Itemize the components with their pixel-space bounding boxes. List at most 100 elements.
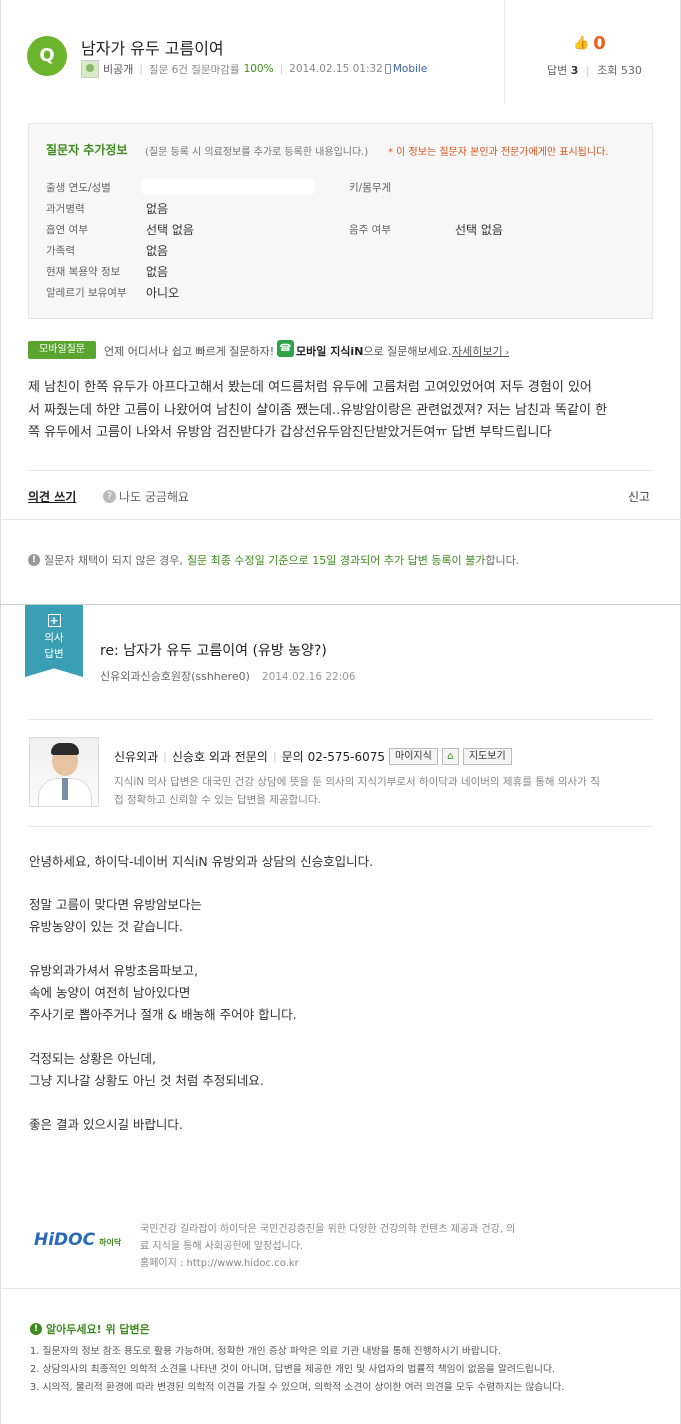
medication-value: 없음: [146, 265, 169, 279]
warning-item: 1. 질문자의 정보 참조 용도로 활용 가능하며, 정확한 개인 증상 파악은…: [30, 1346, 501, 1357]
policy-suffix: 합니다.: [485, 554, 520, 567]
mobile-promo-text: 언제 어디서나 쉽고 빠르게 질문하자!: [104, 345, 275, 358]
doctor-phone: 02-575-6075: [307, 749, 386, 764]
answer-meta: 신유외과신승호원장(sshhere0) 2014.02.16 22:06: [100, 668, 356, 684]
birth-gender-label: 출생 연도/성별: [46, 182, 111, 194]
hidoc-logo: HiDOC 하이닥: [34, 1230, 121, 1250]
header-divider: [504, 0, 505, 104]
divider: [28, 719, 653, 720]
policy-highlight: 질문 최종 수정일 기준으로 15일 경과되어 추가 답변 등록이 불가: [186, 554, 486, 567]
phone-icon: ☎: [277, 340, 294, 357]
answer-body-line: 좋은 결과 있으시길 바랍니다.: [29, 1117, 183, 1132]
answer-body-line: 속에 농양이 여전히 남아있다면: [29, 985, 191, 1000]
past-history-value: 없음: [146, 202, 169, 216]
doctor-name: 신승호 외과 전문의: [171, 750, 268, 764]
question-badge: Q: [27, 36, 67, 76]
chevron-right-icon: ›: [502, 348, 510, 358]
answers-label: 답변: [547, 64, 568, 77]
mobile-question-badge[interactable]: 모바일질문: [28, 341, 96, 359]
question-body-line: 제 남친이 한쪽 유두가 아프다고해서 봤는데 여드름처럼 유두에 고름처럼 고…: [28, 380, 592, 395]
like-count: 0: [593, 33, 606, 54]
views-count: 530: [620, 64, 642, 77]
hidoc-logo-text: HiDOC: [34, 1230, 96, 1250]
warning-item: 2. 상담의사의 최종적인 의학적 소견을 나타낸 것이 아니며, 답변을 제공…: [30, 1364, 556, 1375]
warning-title: ! 알아두세요! 위 답변은: [30, 1321, 150, 1337]
mobile-promo-text2: 으로 질문해보세요.: [363, 345, 452, 358]
answer-title: re: 남자가 유두 고름이여 (유방 농양?): [100, 643, 327, 659]
divider: [0, 519, 681, 520]
height-weight-label: 키/몸무게: [349, 182, 392, 194]
policy-notice: ! 질문자 채택이 되지 않은 경우, 질문 최종 수정일 기준으로 15일 경…: [28, 552, 519, 568]
author-name[interactable]: 비공개: [103, 61, 133, 77]
divider: [0, 1288, 681, 1289]
map-button[interactable]: 지도보기: [462, 748, 512, 765]
mobile-icon: [384, 64, 391, 74]
question-title: 남자가 유두 고름이여: [81, 39, 224, 58]
question-count-label: 질문 6건 질문마감률: [148, 63, 240, 76]
hidoc-text: 국민건강 길라잡이 하이닥은 국민건강증진을 위한 다양한 건강의학 컨텐츠 제…: [140, 1224, 516, 1235]
ribbon-label-1: 의사: [44, 632, 64, 644]
smoking-value: 선택 없음: [146, 223, 194, 237]
doctor-answer-ribbon: + 의사 답변: [25, 605, 83, 677]
extra-info-title: 질문자 추가정보: [46, 143, 128, 157]
past-history-label: 과거병력: [46, 203, 85, 215]
question-mark-icon: ?: [103, 490, 116, 503]
medication-label: 현재 복용약 정보: [46, 266, 121, 278]
drinking-label: 음주 여부: [349, 224, 391, 236]
exclamation-icon: !: [30, 1323, 42, 1335]
plus-icon: +: [47, 614, 61, 627]
home-icon[interactable]: ⌂: [441, 748, 459, 765]
doctor-info-line: 신유외과 | 신승호 외과 전문의 | 문의 02-575-6075 마이지식 …: [114, 748, 512, 765]
doctor-photo: [29, 737, 99, 807]
thumbs-up-icon: 👍: [573, 36, 590, 51]
family-history-label: 가족력: [46, 245, 75, 257]
like-button[interactable]: 👍 0: [573, 33, 606, 54]
question-body-line: 쪽 유두에서 고름이 나와서 유방암 검진받다가 갑상선유두암진단받았거든여ㅠ …: [28, 425, 552, 440]
answer-body-line: 안녕하세요, 하이닥-네이버 지식iN 유방외과 상담의 신승호입니다.: [29, 854, 374, 869]
report-button[interactable]: 신고: [628, 488, 650, 505]
answer-body-line: 그냥 지나갈 상황도 아닌 것 처럼 추정되네요.: [29, 1073, 264, 1088]
question-date: 2014.02.15 01:32: [289, 63, 383, 75]
answers-count: 3: [570, 64, 579, 77]
answer-author[interactable]: 신유외과신승호원장(sshhere0): [100, 670, 250, 683]
details-link[interactable]: 자세히보기 ›: [452, 343, 509, 359]
hidoc-logo-sub: 하이닥: [99, 1238, 122, 1247]
details-link-label: 자세히보기: [452, 345, 503, 358]
warning-title-text: 알아두세요! 위 답변은: [46, 1323, 150, 1336]
warning-item: 3. 시의적, 물리적 환경에 따라 변경된 의학적 이견을 가질 수 있으며,…: [30, 1382, 565, 1393]
allergy-value: 아니오: [146, 286, 180, 300]
answer-body-line: 걱정되는 상황은 아닌데,: [29, 1051, 156, 1066]
family-history-value: 없음: [146, 244, 169, 258]
divider: [28, 826, 653, 827]
write-comment-button[interactable]: 의견 쓰기: [28, 488, 76, 505]
views-label: 조회: [597, 64, 618, 77]
birth-gender-value: [142, 179, 314, 194]
doctor-description: 접 정확하고 신뢰할 수 있는 답변을 제공합니다.: [114, 794, 321, 806]
question-meta: 비공개 | 질문 6건 질문마감률 100% | 2014.02.15 01:3…: [81, 60, 427, 78]
answer-body-line: 정말 고름이 맞다면 유방암보다는: [29, 897, 202, 912]
curious-button[interactable]: ? 나도 궁금해요: [103, 488, 189, 505]
answer-body-line: 주사기로 뽑아주거나 절개 & 배농해 주어야 합니다.: [29, 1007, 297, 1022]
doctor-clinic: 신유외과: [114, 750, 159, 764]
mobile-app-name: 모바일 지식iN: [296, 345, 364, 358]
question-stats: 답변 3 | 조회 530: [547, 64, 642, 77]
hidoc-text: 료 지식을 통해 사회공헌에 앞장섭니다.: [140, 1241, 304, 1252]
answer-divider: [0, 604, 681, 605]
extra-info-notice: * 이 정보는 질문자 본인과 전문가에게만 표시됩니다.: [388, 147, 609, 158]
answer-body-line: 유방외과가셔서 유방초음파보고,: [29, 963, 198, 978]
device-label: Mobile: [392, 63, 428, 75]
ribbon-label-2: 답변: [44, 648, 64, 660]
myjisik-button[interactable]: 마이지식: [389, 748, 438, 765]
exclamation-icon: !: [28, 554, 40, 566]
drinking-value: 선택 없음: [455, 223, 503, 237]
allergy-label: 알레르기 보유여부: [46, 287, 127, 299]
extra-info-box: 질문자 추가정보 (질문 등록 시 의료정보를 추가로 등록한 내용입니다.) …: [28, 123, 653, 319]
avatar: [81, 60, 99, 78]
mobile-promo-app: 모바일 지식iN으로 질문해보세요.: [296, 343, 451, 359]
extra-info-subtitle: (질문 등록 시 의료정보를 추가로 등록한 내용입니다.): [145, 147, 369, 158]
curious-label: 나도 궁금해요: [119, 490, 190, 504]
close-rate: 100%: [243, 63, 274, 75]
policy-prefix: 질문자 채택이 되지 않은 경우,: [44, 554, 183, 567]
doctor-description: 지식iN 의사 답변은 대국민 건강 상담에 뜻을 둔 의사의 지식기부로서 하…: [114, 776, 600, 788]
hidoc-homepage[interactable]: 홈페이지 : http://www.hidoc.co.kr: [140, 1254, 299, 1269]
